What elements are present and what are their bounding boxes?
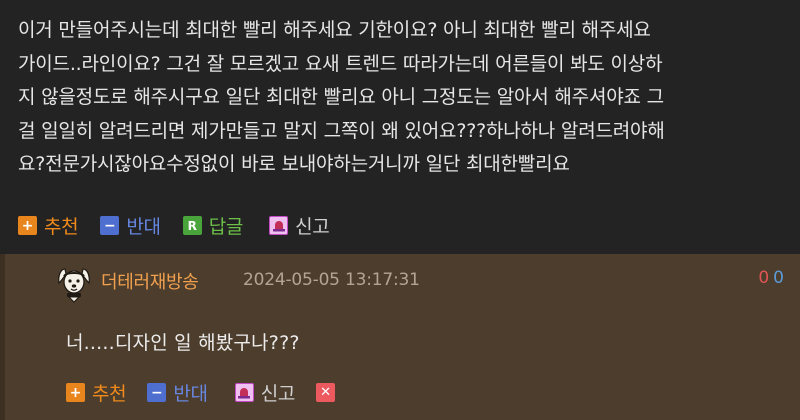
comment-report-label: 신고: [260, 383, 296, 405]
report-label: 신고: [295, 216, 330, 238]
comment-stripe: [0, 254, 5, 420]
comment-body: 너.....디자인 일 해봤구나???: [66, 332, 300, 354]
comment-vote-counts: 00: [758, 268, 784, 288]
post-body-line: 요?전문가시잖아요수정없이 바로 보내야하는거니까 일단 최대한빨리요: [18, 153, 570, 175]
post-body-line: 지 않을정도로 해주시구요 일단 최대한 빨리요 아니 그정도는 알아서 해주셔…: [18, 86, 664, 108]
downvote-count: 0: [773, 268, 784, 288]
report-button[interactable]: 신고: [269, 212, 330, 239]
post: 이거 만들어주시는데 최대한 빨리 해주세요 기한이요? 아니 최대한 빨리 해…: [0, 0, 800, 254]
dog-avatar-icon: [56, 263, 92, 303]
comment-upvote-label: 추천: [92, 383, 127, 405]
post-body-line: 가이드..라인이요? 그건 잘 모르겠고 요새 트렌드 따라가는데 어른들이 봐…: [18, 52, 663, 75]
plus-icon: +: [66, 383, 85, 402]
comment-timestamp: 2024-05-05 13:17:31: [243, 270, 420, 290]
upvote-label: 추천: [44, 216, 79, 238]
post-actions: + 추천 − 반대 R 답글 신고: [18, 212, 352, 239]
downvote-label: 반대: [126, 216, 161, 238]
comment-downvote-button[interactable]: − 반대: [147, 379, 208, 406]
comment-downvote-label: 반대: [173, 383, 208, 405]
minus-icon: −: [147, 383, 167, 402]
reply-r-icon: R: [182, 216, 202, 235]
upvote-count: 0: [758, 268, 770, 288]
comment-author[interactable]: 더테러재방송: [101, 268, 199, 294]
post-body-line: 걸 일일히 알려드리면 제가만들고 말지 그쪽이 왜 있어요???하나하나 알려…: [18, 119, 665, 142]
comment-actions: + 추천 − 반대 신고 ✕: [66, 379, 363, 406]
siren-icon: [269, 216, 289, 235]
post-body: 이거 만들어주시는데 최대한 빨리 해주세요 기한이요? 아니 최대한 빨리 해…: [18, 14, 786, 182]
comment-upvote-button[interactable]: + 추천: [66, 379, 127, 406]
reply-label: 답글: [208, 216, 244, 238]
minus-icon: −: [100, 216, 120, 235]
upvote-button[interactable]: + 추천: [18, 212, 79, 239]
plus-icon: +: [18, 216, 37, 235]
comment-report-button[interactable]: 신고: [234, 379, 296, 406]
downvote-button[interactable]: − 반대: [100, 212, 161, 239]
comment-delete-button[interactable]: ✕: [316, 383, 342, 402]
siren-icon: [234, 383, 254, 402]
post-body-line: 이거 만들어주시는데 최대한 빨리 해주세요 기한이요? 아니 최대한 빨리 해…: [18, 19, 651, 41]
reply-button[interactable]: R 답글: [182, 212, 244, 239]
close-icon: ✕: [316, 383, 336, 402]
comment: 더테러재방송 2024-05-05 13:17:31 00 너.....디자인 …: [0, 254, 800, 420]
